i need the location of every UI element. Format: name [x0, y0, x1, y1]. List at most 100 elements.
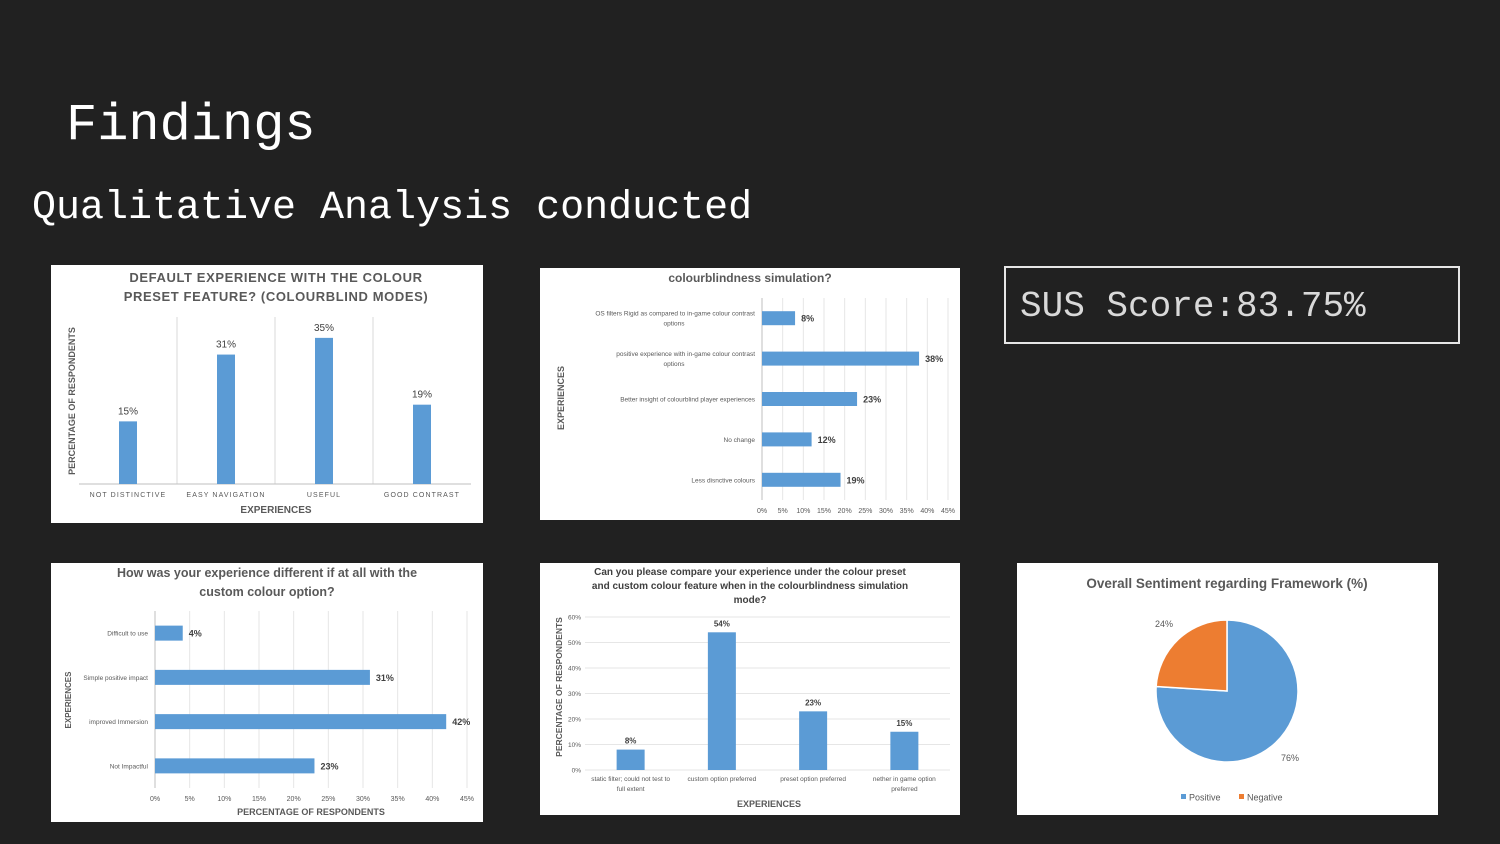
bar — [762, 392, 858, 406]
y-axis-title: PERCENTAGE OF RESPONDENTS — [67, 327, 77, 475]
slide-subtitle: Qualitative Analysis conducted — [32, 186, 753, 231]
x-tick-label: 45% — [460, 796, 474, 803]
y-tick-label: options — [664, 321, 686, 328]
data-label: 8% — [625, 737, 637, 746]
chart-custom-colour-experience: How was your experience different if at … — [51, 563, 483, 822]
chart-overall-sentiment: Overall Sentiment regarding Framework (%… — [1017, 563, 1438, 815]
chart-title-line: mode? — [734, 595, 767, 606]
legend-swatch — [1181, 794, 1186, 799]
y-tick-label: 40% — [568, 666, 581, 673]
data-label: 15% — [896, 719, 912, 728]
chart-custom-colour-experience-svg: How was your experience different if at … — [64, 566, 474, 817]
x-tick-label: 35% — [391, 796, 405, 803]
x-tick-label: 15% — [817, 508, 831, 515]
data-label: 42% — [452, 717, 470, 727]
x-tick-label: preset option preferred — [780, 776, 846, 783]
x-tick-label: 10% — [217, 796, 231, 803]
data-label: 4% — [189, 629, 202, 639]
legend-swatch — [1239, 794, 1244, 799]
x-tick-label: 10% — [796, 508, 810, 515]
data-label: 31% — [376, 673, 394, 683]
chart-title-line: Can you please compare your experience u… — [594, 567, 906, 578]
x-tick-label: USEFUL — [307, 492, 341, 499]
y-tick-label: Not Impactful — [110, 763, 149, 770]
bar — [762, 311, 796, 326]
x-axis-title: EXPERIENCES — [240, 505, 311, 516]
chart-default-experience: DEFAULT EXPERIENCE WITH THE COLOUR PRESET… — [51, 265, 483, 523]
data-label: 23% — [805, 698, 821, 707]
slide-title: Findings — [66, 96, 316, 155]
y-tick-label: 60% — [568, 615, 581, 622]
x-tick-label: 35% — [900, 508, 914, 515]
data-label: 8% — [801, 314, 814, 324]
bar — [155, 669, 370, 685]
data-label: 24% — [1155, 619, 1173, 629]
bar — [707, 632, 736, 770]
chart-overall-sentiment-svg: Overall Sentiment regarding Framework (%… — [1086, 576, 1367, 803]
chart-title: Overall Sentiment regarding Framework (%… — [1086, 576, 1367, 591]
x-tick-label: 30% — [356, 796, 370, 803]
chart-title-line: custom colour option? — [199, 585, 334, 599]
x-axis-title: PERCENTAGE OF RESPONDENTS — [237, 807, 385, 817]
y-tick-label: No change — [724, 437, 756, 444]
chart-title-line: How was your experience different if at … — [117, 566, 417, 580]
y-tick-label: improved Immersion — [89, 719, 148, 726]
data-label: 15% — [118, 406, 138, 417]
x-tick-label: 5% — [185, 796, 195, 803]
x-tick-label: 45% — [941, 508, 955, 515]
y-tick-label: 10% — [568, 742, 581, 749]
x-tick-label: 5% — [778, 508, 788, 515]
data-label: 76% — [1281, 753, 1299, 763]
chart-title-line: colourblindness simulation? — [668, 271, 831, 285]
x-tick-label: 40% — [920, 508, 934, 515]
x-tick-label: 20% — [838, 508, 852, 515]
data-label: 54% — [714, 619, 730, 628]
chart-title-line: and custom colour feature when in the co… — [592, 581, 908, 592]
x-tick-label: EASY NAVIGATION — [186, 492, 265, 499]
bar — [155, 625, 183, 641]
x-tick-label: 25% — [321, 796, 335, 803]
x-tick-label: GOOD CONTRAST — [384, 492, 460, 499]
chart-simulation-experience: colourblindness simulation? 0% 5% 10% 15% 20%… — [540, 268, 960, 520]
y-tick-label: 0% — [572, 768, 582, 775]
legend-label: Negative — [1247, 793, 1283, 803]
x-tick-label: 20% — [287, 796, 301, 803]
x-tick-label: 30% — [879, 508, 893, 515]
sus-score-text: SUS Score:83.75% — [1020, 286, 1366, 327]
y-tick-label: OS filters Rigid as compared to in-game … — [595, 311, 755, 318]
legend-label: Positive — [1189, 793, 1221, 803]
y-tick-label: 50% — [568, 640, 581, 647]
bar — [413, 404, 431, 484]
bar — [315, 337, 333, 484]
y-axis-title: PERCENTAGE OF RESPONDENTS — [554, 617, 564, 757]
bar — [762, 432, 812, 447]
sus-score-box: SUS Score:83.75% — [1004, 266, 1460, 344]
data-label: 38% — [925, 354, 943, 364]
x-axis-title: EXPERIENCES — [737, 799, 801, 809]
y-tick-label: options — [664, 361, 686, 368]
data-label: 23% — [320, 761, 338, 771]
x-tick-label: 0% — [150, 796, 160, 803]
data-label: 12% — [818, 435, 836, 445]
x-tick-label: 0% — [757, 508, 767, 515]
y-tick-label: Less disnctive colours — [691, 477, 755, 484]
bar — [155, 714, 447, 730]
bar — [762, 351, 920, 366]
bar — [217, 354, 235, 484]
y-tick-label: positive experience with in-game colour … — [616, 351, 755, 358]
bar — [890, 731, 919, 770]
chart-preset-vs-custom: Can you please compare your experience u… — [540, 563, 960, 815]
data-label: 19% — [412, 390, 432, 401]
chart-preset-vs-custom-svg: Can you please compare your experience u… — [554, 567, 950, 809]
x-tick-label: full extent — [617, 786, 645, 793]
y-tick-label: Better insight of colourblind player exp… — [620, 397, 756, 404]
bar — [799, 711, 828, 770]
y-tick-label: Difficult to use — [107, 631, 148, 638]
data-label: 35% — [314, 323, 334, 334]
data-label: 19% — [847, 475, 865, 485]
x-tick-label: 25% — [858, 508, 872, 515]
x-tick-label: 15% — [252, 796, 266, 803]
chart-title-line: DEFAULT EXPERIENCE WITH THE COLOUR — [129, 270, 422, 285]
chart-simulation-experience-svg: colourblindness simulation? 0% 5% 10% 15% 20%… — [556, 271, 955, 515]
y-tick-label: 30% — [568, 691, 581, 698]
